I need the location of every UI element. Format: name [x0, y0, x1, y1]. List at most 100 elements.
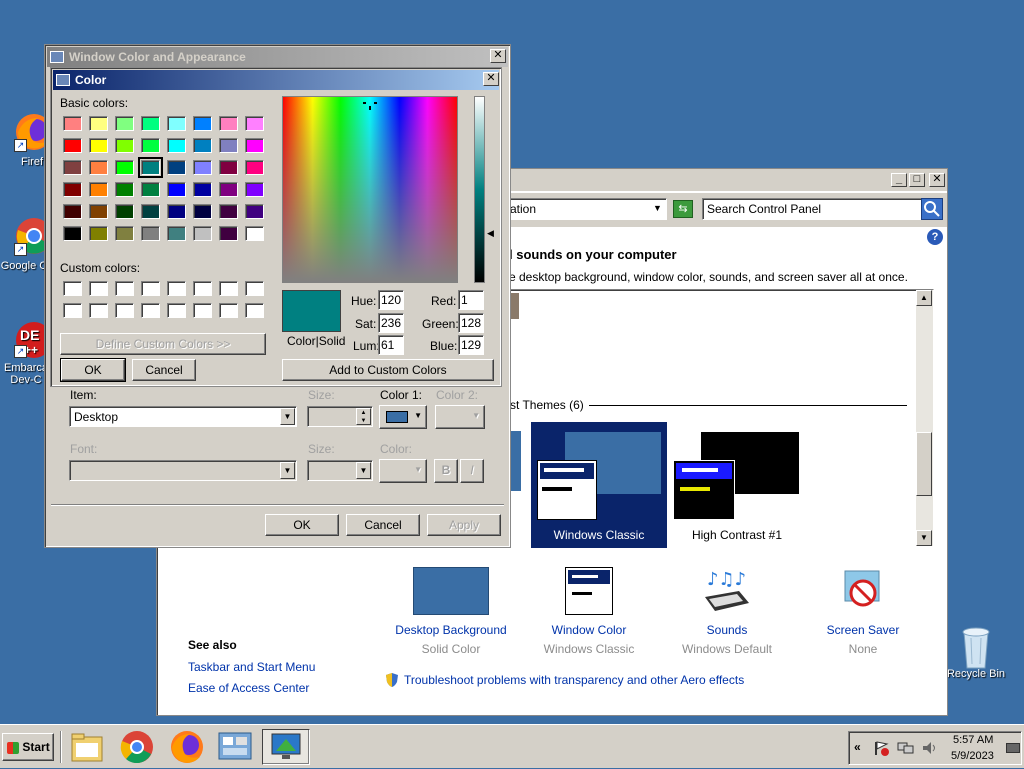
help-icon[interactable]: ? [927, 229, 943, 245]
italic-button[interactable]: I [460, 459, 484, 483]
network-icon[interactable] [897, 740, 915, 759]
basic-color-swatch[interactable] [63, 138, 82, 153]
desktop-icon-recycle-bin[interactable]: Recycle Bin [940, 624, 1012, 680]
basic-color-swatch[interactable] [219, 226, 238, 241]
custom-color-swatch[interactable] [193, 281, 212, 296]
basic-color-swatch[interactable] [115, 138, 134, 153]
scroll-thumb[interactable] [916, 432, 932, 496]
cancel-button[interactable]: Cancel [346, 514, 420, 536]
basic-color-swatch[interactable] [89, 204, 108, 219]
basic-color-swatch[interactable] [219, 138, 238, 153]
item-select[interactable]: Desktop ▼ [69, 406, 297, 427]
tray-expand-button[interactable]: « [854, 740, 861, 754]
start-button[interactable]: Start [2, 733, 54, 761]
font-size-select[interactable]: ▼ [307, 460, 373, 481]
basic-color-swatch[interactable] [167, 182, 186, 197]
basic-color-swatch[interactable] [141, 204, 160, 219]
basic-color-swatch[interactable] [245, 116, 264, 131]
basic-color-swatch[interactable] [167, 226, 186, 241]
font-select[interactable]: ▼ [69, 460, 297, 481]
custom-color-swatch[interactable] [219, 281, 238, 296]
luminosity-arrow-icon[interactable]: ◀ [487, 228, 494, 239]
add-to-custom-colors-button[interactable]: Add to Custom Colors [282, 359, 494, 381]
custom-color-swatch[interactable] [89, 281, 108, 296]
hue-input[interactable]: 120 [378, 290, 404, 310]
custom-color-swatch[interactable] [167, 303, 186, 318]
basic-color-swatch[interactable] [63, 182, 82, 197]
basic-color-swatch[interactable] [193, 204, 212, 219]
basic-color-swatch[interactable] [219, 204, 238, 219]
custom-color-swatch[interactable] [115, 303, 134, 318]
basic-color-swatch[interactable] [115, 182, 134, 197]
basic-color-swatch[interactable] [219, 116, 238, 131]
custom-color-swatch[interactable] [89, 303, 108, 318]
basic-color-swatch[interactable] [141, 182, 160, 197]
refresh-button[interactable]: ⇆ [673, 200, 693, 218]
show-desktop-icon[interactable] [1006, 743, 1020, 753]
custom-color-swatch[interactable] [63, 281, 82, 296]
basic-color-swatch[interactable] [63, 204, 82, 219]
sat-input[interactable]: 236 [378, 313, 404, 333]
basic-color-swatch[interactable] [63, 116, 82, 131]
green-input[interactable]: 128 [458, 313, 484, 333]
basic-color-swatch[interactable] [115, 160, 134, 175]
bottom-item-sounds[interactable]: ♪♫♪ Sounds Windows Default [667, 567, 787, 656]
custom-color-swatch[interactable] [219, 303, 238, 318]
basic-color-swatch[interactable] [141, 116, 160, 131]
basic-color-swatch[interactable] [193, 116, 212, 131]
red-input[interactable]: 1 [458, 290, 484, 310]
custom-color-swatch[interactable] [245, 303, 264, 318]
link-taskbar-start-menu[interactable]: Taskbar and Start Menu [188, 660, 315, 674]
clock-date[interactable]: 5/9/2023 [951, 750, 994, 762]
basic-color-swatch[interactable] [193, 160, 212, 175]
basic-color-swatch[interactable] [245, 182, 264, 197]
volume-icon[interactable] [921, 740, 939, 759]
basic-color-swatch[interactable] [138, 157, 163, 178]
custom-color-swatch[interactable] [167, 281, 186, 296]
theme-high-contrast-1[interactable]: High Contrast #1 [669, 422, 805, 548]
basic-color-swatch[interactable] [89, 138, 108, 153]
basic-color-swatch[interactable] [89, 116, 108, 131]
taskbar-control-panel-button[interactable] [216, 729, 254, 765]
taskbar-personalization-button[interactable] [262, 729, 310, 765]
basic-color-swatch[interactable] [89, 182, 108, 197]
custom-color-swatch[interactable] [141, 303, 160, 318]
basic-color-swatch[interactable] [193, 182, 212, 197]
bold-button[interactable]: B [434, 459, 458, 483]
desktop-icon-firefox[interactable]: ↗ Firef [0, 112, 52, 168]
basic-color-swatch[interactable] [193, 138, 212, 153]
basic-color-swatch[interactable] [115, 116, 134, 131]
basic-color-swatch[interactable] [115, 204, 134, 219]
basic-color-swatch[interactable] [245, 160, 264, 175]
action-center-flag-icon[interactable] [873, 740, 889, 759]
custom-color-swatch[interactable] [193, 303, 212, 318]
scroll-down-button[interactable]: ▼ [916, 530, 932, 546]
custom-color-swatch[interactable] [245, 281, 264, 296]
size-stepper[interactable]: ▲ ▼ [307, 406, 373, 427]
taskbar-explorer-button[interactable] [68, 729, 106, 765]
close-button[interactable]: ✕ [929, 173, 945, 187]
basic-color-swatch[interactable] [167, 160, 186, 175]
desktop-icon-devcpp[interactable]: DE ++ ↗ Embarca Dev-C [0, 318, 52, 386]
basic-color-swatch[interactable] [167, 116, 186, 131]
search-icon[interactable] [921, 198, 943, 220]
scroll-up-button[interactable]: ▲ [916, 290, 932, 306]
basic-color-swatch[interactable] [219, 160, 238, 175]
basic-color-swatch[interactable] [167, 138, 186, 153]
desktop-icon-chrome[interactable]: ↗ Google C [0, 216, 52, 272]
cancel-button[interactable]: Cancel [132, 359, 196, 381]
close-button[interactable]: ✕ [483, 72, 499, 86]
minimize-button[interactable]: _ [891, 173, 907, 187]
basic-color-swatch[interactable] [245, 204, 264, 219]
troubleshoot-link[interactable]: Troubleshoot problems with transparency … [404, 673, 744, 687]
luminosity-slider[interactable] [474, 96, 485, 283]
custom-color-swatch[interactable] [115, 281, 134, 296]
address-bar[interactable]: ation [507, 198, 667, 220]
color1-picker[interactable]: ▼ [379, 405, 427, 429]
taskbar-firefox-button[interactable] [168, 729, 206, 765]
basic-color-swatch[interactable] [63, 160, 82, 175]
basic-color-swatch[interactable] [245, 138, 264, 153]
custom-color-swatch[interactable] [141, 281, 160, 296]
color2-picker[interactable]: ▼ [435, 405, 485, 429]
ok-button[interactable]: OK [265, 514, 339, 536]
